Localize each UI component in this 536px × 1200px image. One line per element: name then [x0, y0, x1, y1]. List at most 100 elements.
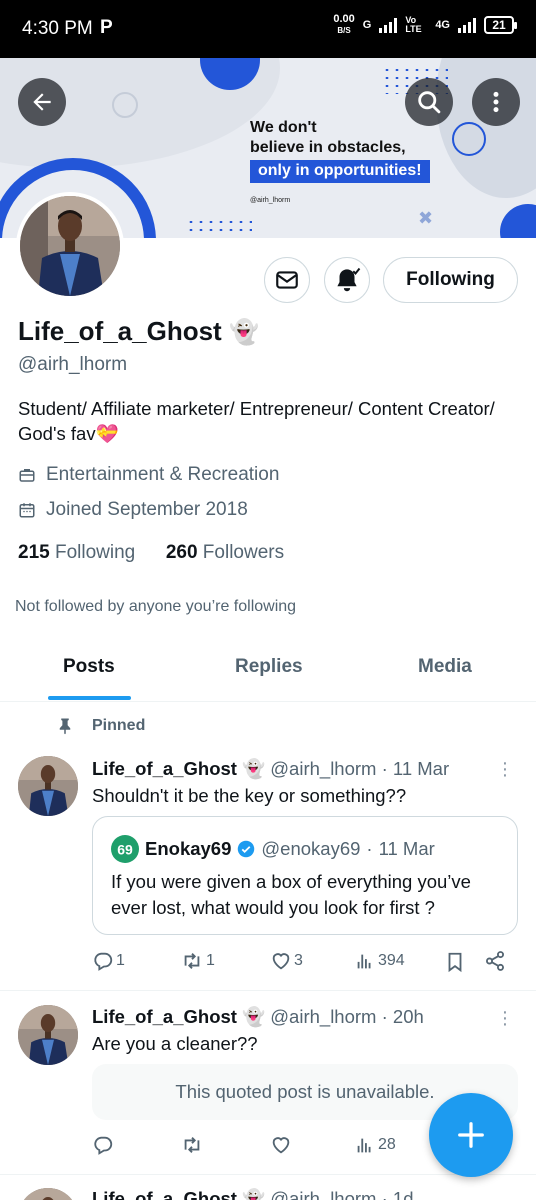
status-indicators: 0.00 B/S G Vo LTE 4G 21	[333, 13, 517, 36]
calendar-icon	[19, 503, 35, 518]
profile-stats: 215 Following 260 Followers	[18, 542, 284, 564]
signal-icon	[379, 17, 398, 33]
post-avatar[interactable]	[18, 1188, 78, 1200]
post-more-icon[interactable]: · · ·	[500, 1002, 510, 1034]
post-header: Life_of_a_Ghost 👻 @airh_lhorm · 20h	[92, 1006, 424, 1027]
quoted-handle: @enokay69	[261, 838, 361, 859]
post-time: 20h	[392, 1006, 424, 1027]
post-header: Life_of_a_Ghost 👻 @airh_lhorm · 11 Mar	[92, 758, 450, 779]
bell-check-icon	[337, 267, 361, 292]
status-time: 4:30 PM	[22, 18, 93, 39]
quoted-post[interactable]: 69 Enokay69 @enokay69 · 11 Mar If you we…	[92, 816, 518, 935]
views-icon	[357, 954, 371, 969]
avatar-image	[18, 1005, 78, 1065]
post-handle: @airh_lhorm	[270, 1188, 377, 1200]
bookmark-button[interactable]	[444, 950, 466, 974]
ghost-emoji: 👻	[242, 1188, 266, 1200]
status-bar: 4:30 PM P 0.00 B/S G Vo LTE 4G 21	[0, 0, 536, 58]
ghost-emoji: 👻	[242, 758, 266, 779]
tab-posts[interactable]: Posts	[63, 656, 115, 678]
ghost-emoji: 👻	[242, 1006, 266, 1027]
views-icon	[357, 1138, 371, 1153]
repost-button[interactable]: 1	[180, 950, 215, 972]
profile-tabs: Posts Replies Media	[0, 636, 536, 702]
heart-icon	[272, 1137, 290, 1154]
profile-avatar[interactable]	[16, 192, 124, 300]
mail-icon	[276, 271, 298, 289]
pin-icon	[59, 718, 71, 735]
volte-label: Vo LTE	[405, 15, 422, 34]
post-author[interactable]: Life_of_a_Ghost	[92, 758, 237, 779]
share-icon	[486, 951, 504, 971]
reply-icon	[94, 1136, 113, 1155]
post-actions: 1 1 3 394	[92, 950, 518, 976]
bookmark-icon	[448, 952, 462, 973]
compose-post-button[interactable]	[429, 1093, 513, 1177]
reply-button[interactable]: 1	[92, 950, 125, 972]
quoted-avatar-icon: 69	[111, 835, 139, 863]
quoted-text: If you were given a box of everything yo…	[111, 871, 471, 918]
heart-icon	[272, 953, 290, 970]
reply-icon	[94, 952, 113, 971]
post-handle: @airh_lhorm	[270, 1006, 377, 1027]
signal-icon-2	[458, 17, 476, 33]
back-button[interactable]	[18, 78, 66, 126]
post-avatar[interactable]	[18, 1005, 78, 1065]
followers-link[interactable]: 260 Followers	[166, 542, 284, 563]
tab-replies[interactable]: Replies	[235, 656, 303, 678]
profile-handle: @airh_lhorm	[18, 354, 128, 375]
post-time: 11 Mar	[392, 758, 450, 779]
ghost-emoji: 👻	[228, 319, 259, 346]
more-vertical-icon	[493, 91, 499, 113]
post-author[interactable]: Life_of_a_Ghost	[92, 1006, 237, 1027]
pinned-label: Pinned	[56, 716, 145, 736]
following-link[interactable]: 215 Following	[18, 542, 135, 563]
post-text: Shouldn't it be the key or something??	[92, 785, 407, 806]
not-followed-note: Not followed by anyone you’re following	[15, 598, 297, 615]
message-button[interactable]	[264, 257, 310, 303]
repost-icon	[184, 953, 200, 969]
profile-joined: Joined September 2018	[18, 499, 248, 521]
search-button[interactable]	[405, 78, 453, 126]
plus-icon	[458, 1122, 484, 1148]
post-more-icon[interactable]: · · ·	[500, 753, 510, 785]
back-arrow-icon	[33, 93, 51, 111]
following-button[interactable]: Following	[383, 257, 518, 303]
like-button[interactable]	[270, 1134, 292, 1156]
quoted-author: Enokay69	[145, 838, 232, 859]
notifications-button[interactable]	[324, 257, 370, 303]
avatar-image	[20, 196, 120, 296]
tab-media[interactable]: Media	[418, 656, 472, 678]
briefcase-icon	[19, 469, 35, 482]
views-button[interactable]: 28	[354, 1134, 396, 1156]
network-4g-label: 4G	[435, 19, 450, 31]
active-tab-indicator	[48, 696, 131, 700]
post-time: 1d	[392, 1188, 414, 1200]
views-button[interactable]: 394	[354, 950, 405, 972]
battery-icon: 21	[484, 16, 517, 34]
network-speed: 0.00 B/S	[333, 13, 355, 36]
verified-badge-icon	[238, 840, 255, 858]
status-app-glyph: P	[100, 17, 113, 38]
svg-text:69: 69	[117, 841, 133, 857]
banner-quote: We don't believe in obstacles, only in o…	[250, 118, 430, 211]
reply-button[interactable]	[92, 1134, 114, 1156]
post-text: Are you a cleaner??	[92, 1033, 258, 1054]
network-g-label: G	[362, 19, 372, 31]
post-avatar[interactable]	[18, 756, 78, 816]
like-button[interactable]: 3	[270, 950, 303, 972]
post-author[interactable]: Life_of_a_Ghost	[92, 1188, 237, 1200]
post-divider	[0, 990, 536, 991]
repost-icon	[184, 1137, 200, 1153]
avatar-image	[18, 756, 78, 816]
repost-button[interactable]	[180, 1134, 204, 1156]
post-handle: @airh_lhorm	[270, 758, 377, 779]
avatar-image	[18, 1188, 78, 1200]
post-header: Life_of_a_Ghost 👻 @airh_lhorm · 1d	[92, 1188, 414, 1200]
quoted-time: 11 Mar	[378, 838, 435, 859]
quoted-post-header: 69 Enokay69 @enokay69 · 11 Mar	[111, 835, 435, 863]
profile-name: Life_of_a_Ghost 👻	[18, 316, 259, 346]
profile-bio: Student/ Affiliate marketer/ Entrepreneu…	[18, 398, 495, 444]
more-options-button[interactable]	[472, 78, 520, 126]
share-button[interactable]	[484, 950, 506, 972]
